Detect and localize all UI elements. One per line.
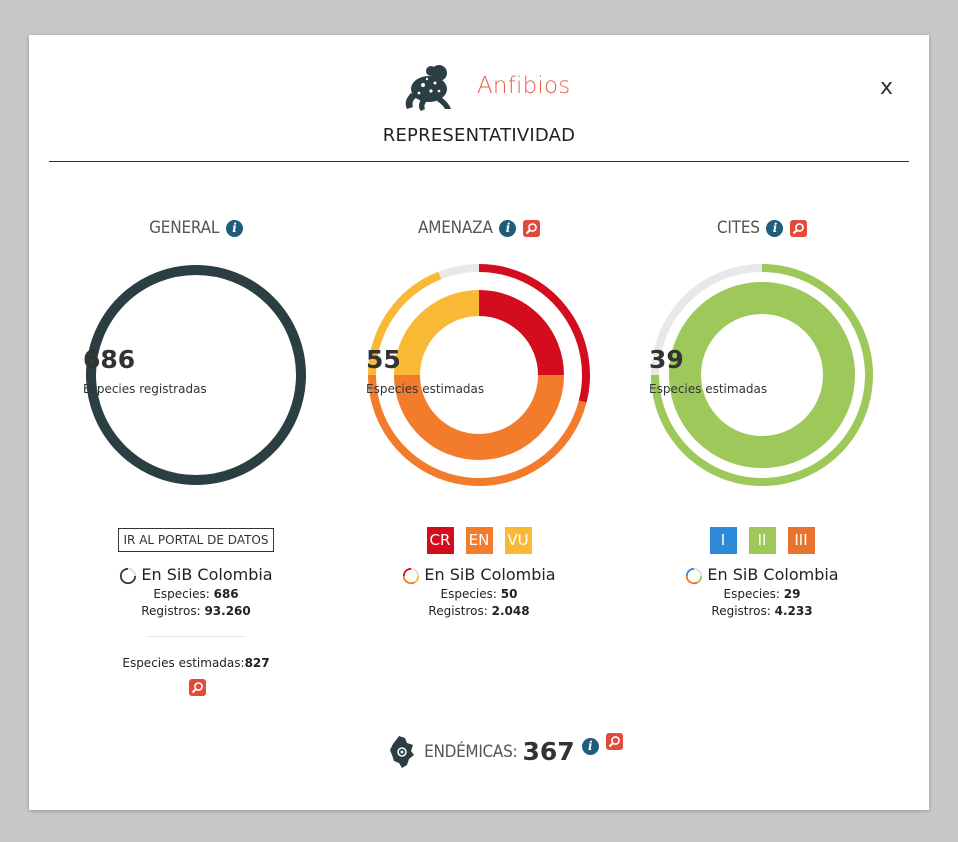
general-zoom-wrap xyxy=(71,677,321,696)
general-number: 686 xyxy=(83,345,136,374)
stat-registros-value: 2.048 xyxy=(491,604,530,618)
cites-donut-chart: 39 Especies estimadas xyxy=(649,262,875,488)
divider xyxy=(146,636,246,637)
tag-ii[interactable]: II xyxy=(748,527,776,554)
info-icon[interactable]: i xyxy=(581,738,599,755)
stat-registros: Registros: 2.048 xyxy=(354,603,604,620)
zoom-icon[interactable] xyxy=(790,219,808,237)
general-caption: Especies registradas xyxy=(83,382,207,396)
endemicas-summary: ENDÉMICAS: 367 i xyxy=(389,733,623,769)
amenaza-heading-label: AMENAZA xyxy=(417,218,493,238)
endemicas-value: 367 xyxy=(522,737,575,766)
section-subtitle: REPRESENTATIVIDAD xyxy=(382,125,576,146)
modal-header: Anfibios x REPRESENTATIVIDAD xyxy=(29,35,929,162)
sib-label: En SiB Colombia xyxy=(71,564,321,586)
portal-datos-button[interactable]: IR AL PORTAL DE DATOS xyxy=(118,528,274,552)
frog-icon xyxy=(405,65,451,111)
stat-registros: Registros: 4.233 xyxy=(637,603,887,620)
cites-heading: CITES i xyxy=(637,215,887,241)
stat-estimadas: Especies estimadas:827 xyxy=(71,655,321,672)
stat-especies: Especies: 29 xyxy=(637,586,887,603)
modal-dialog: Anfibios x REPRESENTATIVIDAD GENERAL i 6… xyxy=(29,35,929,810)
stat-especies-value: 686 xyxy=(213,587,239,601)
sib-label-text: En SiB Colombia xyxy=(141,565,273,584)
info-icon[interactable]: i xyxy=(225,219,243,237)
general-donut-svg xyxy=(86,265,306,485)
amenaza-heading: AMENAZA i xyxy=(354,215,604,241)
cites-donut-svg xyxy=(651,264,873,486)
cites-caption: Especies estimadas xyxy=(649,382,768,396)
spinner-icon xyxy=(686,567,703,584)
general-heading-label: GENERAL xyxy=(149,218,220,238)
info-icon[interactable]: i xyxy=(499,219,517,237)
tag-i[interactable]: I xyxy=(709,527,737,554)
cites-heading-label: CITES xyxy=(716,218,760,238)
stat-registros: Registros: 93.260 xyxy=(71,603,321,620)
endemicas-label: ENDÉMICAS: xyxy=(424,741,518,762)
general-column: GENERAL i 686 Especies registradas IR AL… xyxy=(71,215,321,696)
stat-especies-label: Especies: xyxy=(440,587,497,601)
general-ring xyxy=(86,265,306,485)
spinner-icon xyxy=(120,567,137,584)
cites-tags: I II III xyxy=(637,527,887,554)
stat-especies: Especies: 50 xyxy=(354,586,604,603)
page-title: Anfibios xyxy=(477,73,571,99)
sib-label-text: En SiB Colombia xyxy=(707,565,839,584)
amenaza-donut-chart: 55 Especies estimadas xyxy=(366,262,592,488)
stat-registros-label: Registros: xyxy=(141,604,201,618)
tag-vu[interactable]: VU xyxy=(504,527,532,554)
stat-estimadas-label: Especies estimadas: xyxy=(122,656,245,670)
amenaza-tags: CR EN VU xyxy=(354,527,604,554)
sib-label-text: En SiB Colombia xyxy=(424,565,556,584)
sib-label: En SiB Colombia xyxy=(354,564,604,586)
stat-especies: Especies: 686 xyxy=(71,586,321,603)
cites-inner-segment-1 xyxy=(669,282,855,468)
stat-registros-label: Registros: xyxy=(428,604,488,618)
zoom-icon[interactable] xyxy=(523,219,541,237)
amenaza-caption: Especies estimadas xyxy=(366,382,485,396)
tag-cr[interactable]: CR xyxy=(426,527,454,554)
zoom-icon[interactable] xyxy=(605,733,623,750)
zoom-icon[interactable] xyxy=(188,679,206,696)
stat-especies-label: Especies: xyxy=(723,587,780,601)
info-icon[interactable]: i xyxy=(766,219,784,237)
spinner-icon xyxy=(403,567,420,584)
general-donut-chart: 686 Especies registradas xyxy=(83,262,309,488)
colombia-map-icon xyxy=(390,735,414,768)
stat-registros-value: 4.233 xyxy=(774,604,813,618)
amenaza-column: AMENAZA i 55 Especies estimadas CR EN VU E… xyxy=(354,215,604,620)
general-heading: GENERAL i xyxy=(71,215,321,241)
stat-especies-value: 29 xyxy=(783,587,801,601)
cites-number: 39 xyxy=(649,345,684,374)
amenaza-number: 55 xyxy=(366,345,401,374)
sib-label: En SiB Colombia xyxy=(637,564,887,586)
stat-especies-value: 50 xyxy=(500,587,518,601)
stat-registros-label: Registros: xyxy=(711,604,771,618)
stat-especies-label: Especies: xyxy=(153,587,210,601)
stat-registros-value: 93.260 xyxy=(204,604,251,618)
close-button[interactable]: x xyxy=(880,75,893,100)
cites-column: CITES i 39 Especies estimadas I II III En … xyxy=(637,215,887,620)
tag-iii[interactable]: III xyxy=(787,527,815,554)
amenaza-donut-svg xyxy=(368,264,590,486)
tag-en[interactable]: EN xyxy=(465,527,493,554)
stat-estimadas-value: 827 xyxy=(244,656,270,670)
header-divider xyxy=(49,161,909,162)
